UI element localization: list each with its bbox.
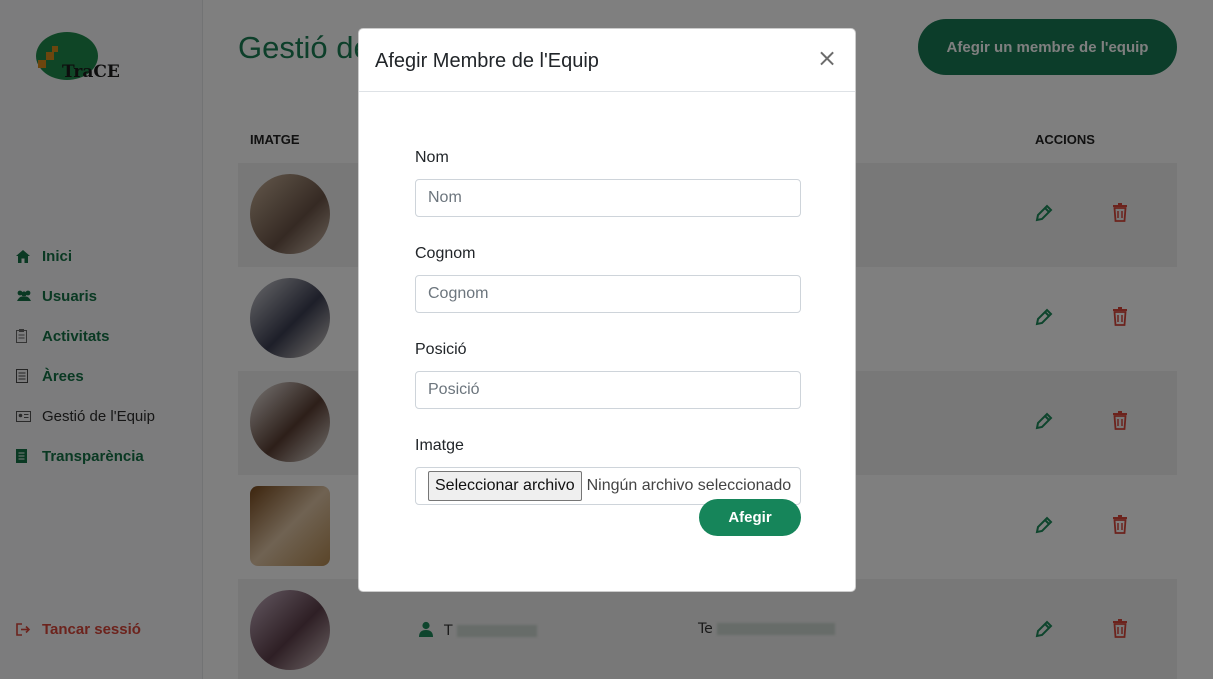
submit-button[interactable]: Afegir [699, 499, 801, 536]
modal-header: Afegir Membre de l'Equip × [359, 29, 855, 92]
add-member-form: Nom Cognom Posició Imatge Seleccionar ar… [415, 149, 801, 505]
select-file-button[interactable]: Seleccionar archivo [428, 471, 582, 501]
add-member-modal: Afegir Membre de l'Equip × Nom Cognom Po… [358, 28, 856, 592]
modal-title: Afegir Membre de l'Equip [375, 50, 599, 72]
nom-label: Nom [415, 149, 449, 166]
file-status-text: Ningún archivo seleccionado [586, 477, 792, 494]
posicio-label: Posició [415, 341, 467, 358]
posicio-input[interactable] [415, 371, 801, 409]
imatge-label: Imatge [415, 437, 464, 454]
nom-input[interactable] [415, 179, 801, 217]
close-icon[interactable]: × [815, 46, 839, 71]
cognom-label: Cognom [415, 245, 476, 262]
cognom-input[interactable] [415, 275, 801, 313]
